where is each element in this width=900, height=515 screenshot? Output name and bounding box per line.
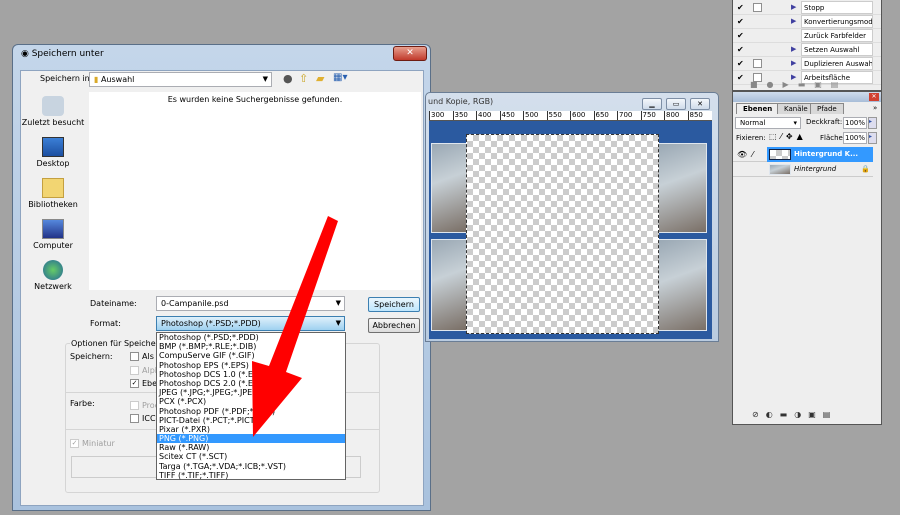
- red-arrow-annotation: [252, 216, 338, 437]
- arrow-shape: [252, 216, 338, 437]
